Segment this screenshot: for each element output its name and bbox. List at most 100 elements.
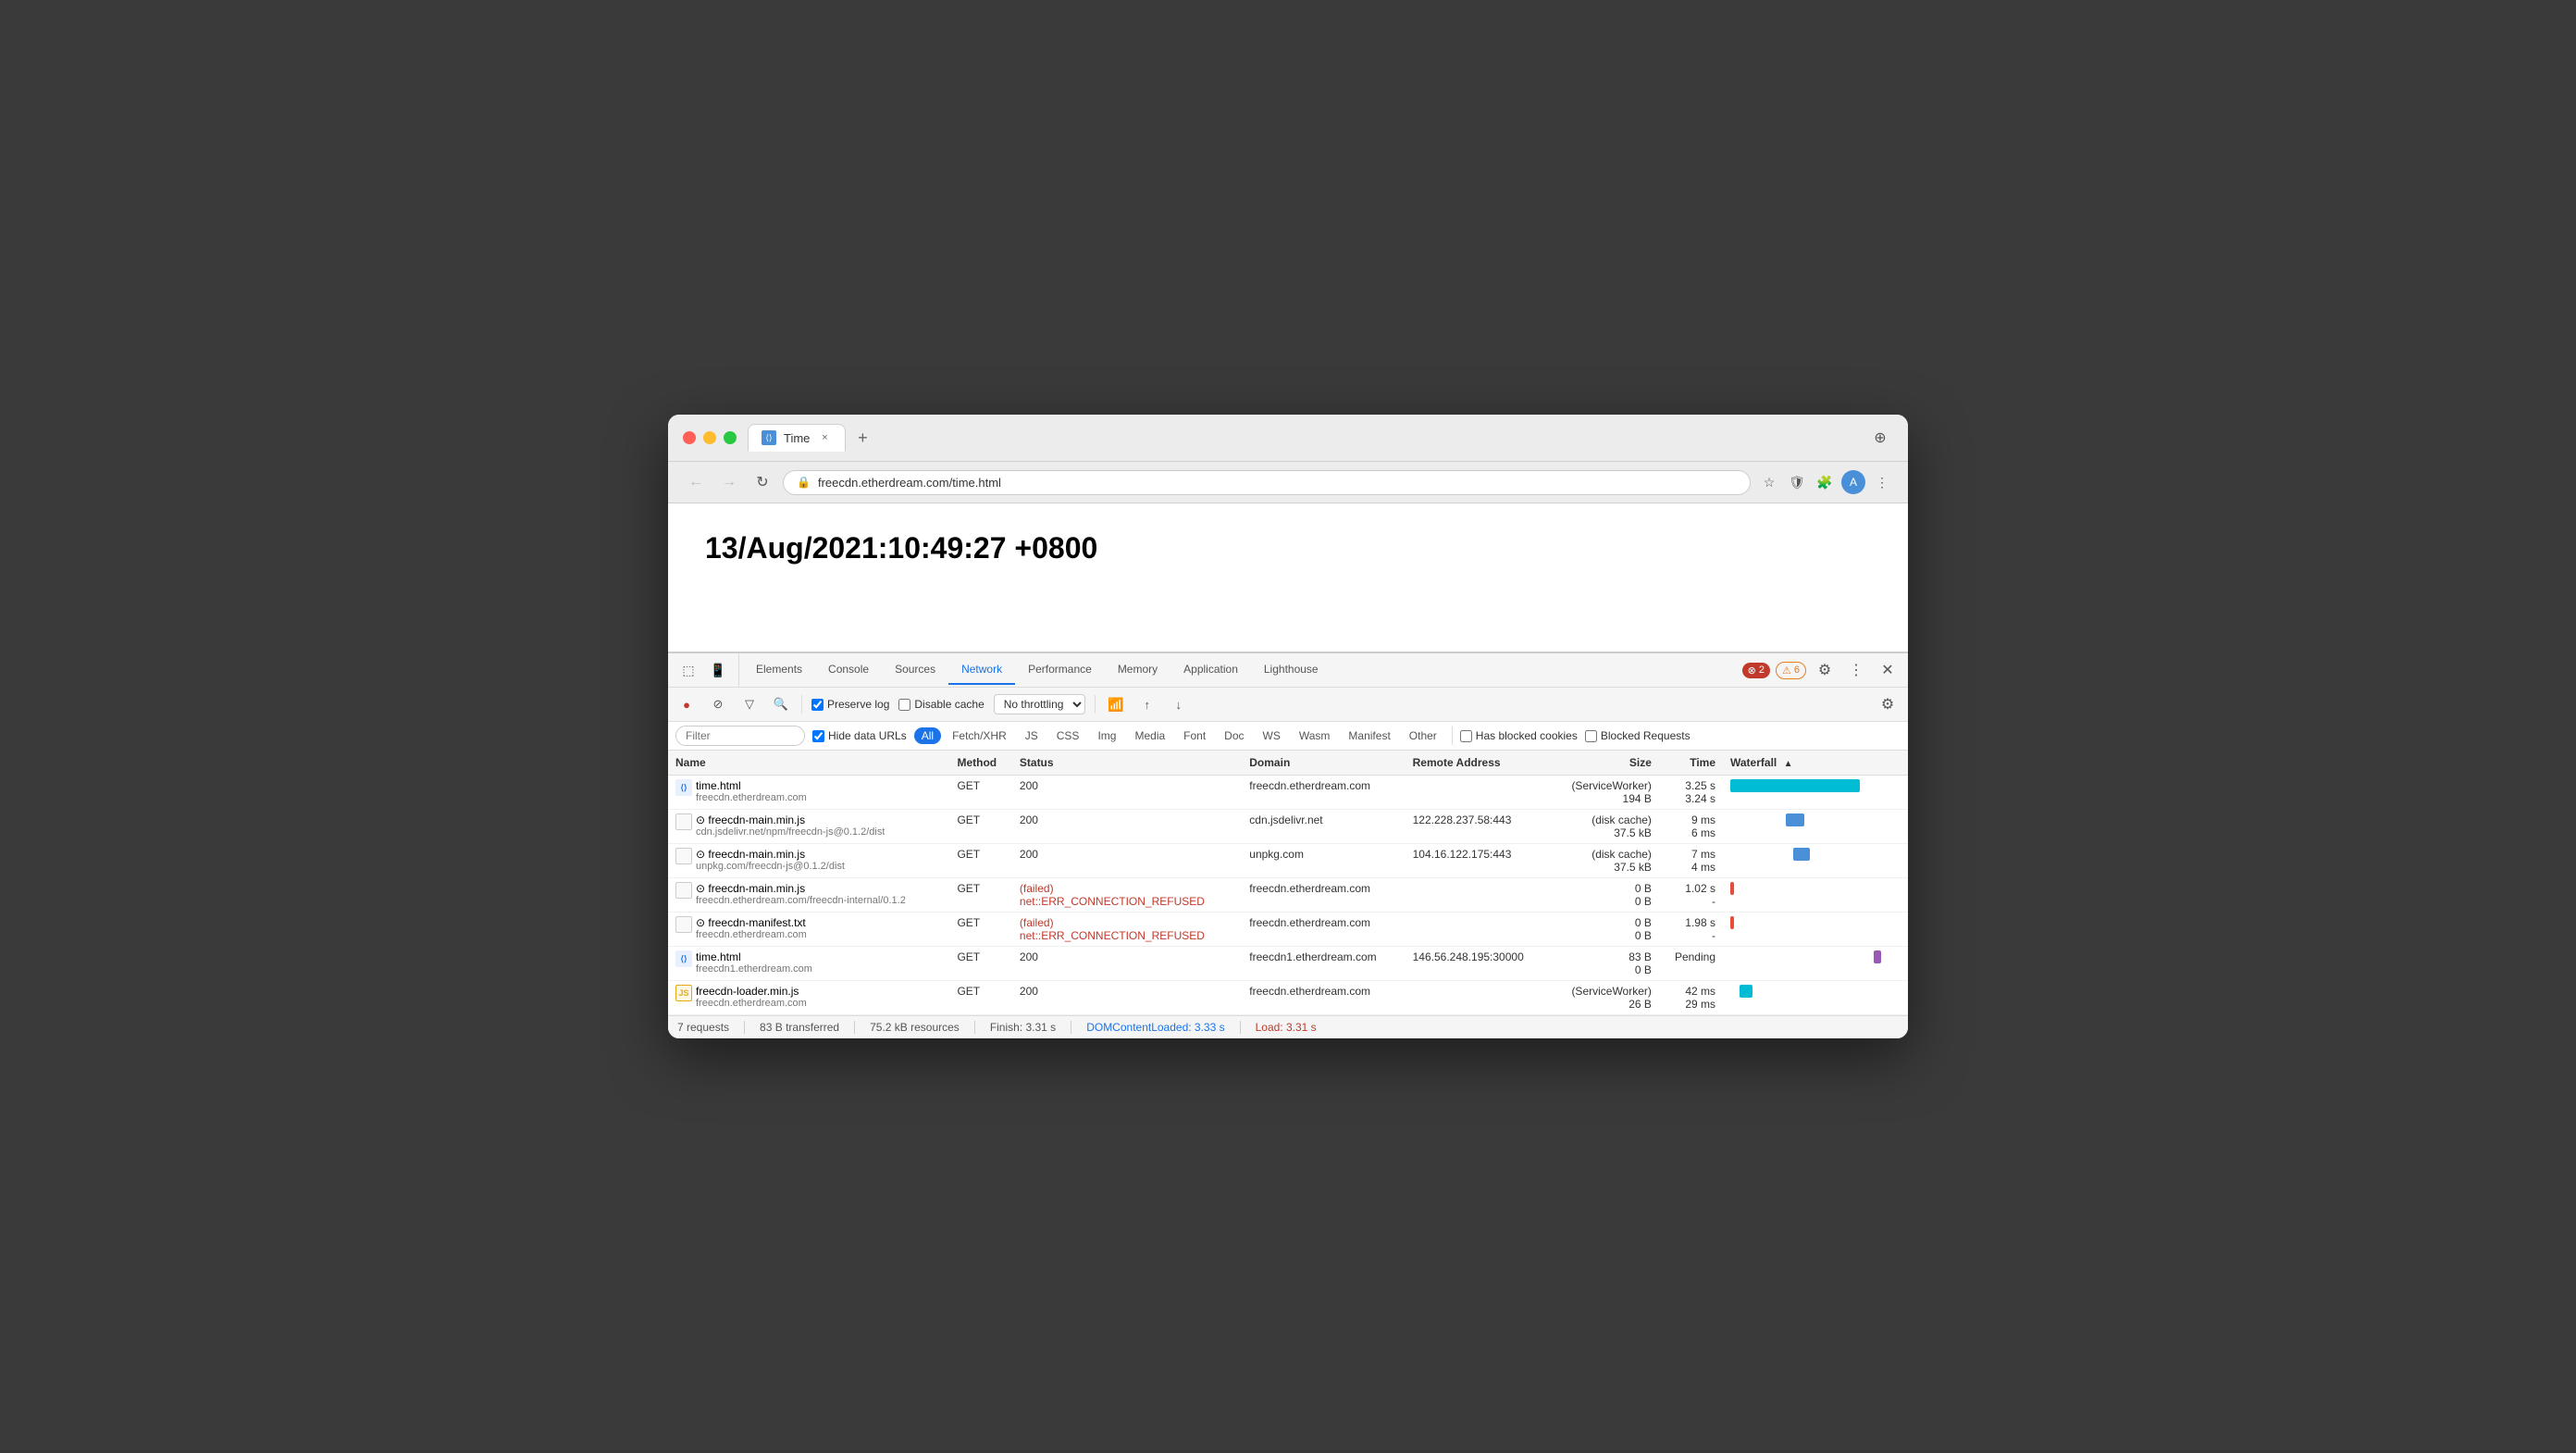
- row-time-top: 9 ms: [1666, 813, 1715, 826]
- blocked-requests-label: Blocked Requests: [1601, 729, 1690, 742]
- filter-type-all[interactable]: All: [914, 727, 941, 744]
- tab-console[interactable]: Console: [815, 655, 882, 685]
- row-time: 1.98 s -: [1659, 913, 1723, 947]
- tab-memory[interactable]: Memory: [1105, 655, 1170, 685]
- element-picker-icon[interactable]: ⬚: [675, 653, 701, 687]
- table-row[interactable]: ⊙ freecdn-main.min.js freecdn.etherdream…: [668, 878, 1908, 913]
- tab-application[interactable]: Application: [1170, 655, 1251, 685]
- row-time: 9 ms 6 ms: [1659, 810, 1723, 844]
- close-devtools-button[interactable]: ✕: [1875, 657, 1901, 683]
- disable-cache-checkbox[interactable]: [898, 699, 910, 711]
- filter-type-ws[interactable]: WS: [1256, 727, 1288, 744]
- tab-lighthouse[interactable]: Lighthouse: [1251, 655, 1331, 685]
- table-row[interactable]: JS freecdn-loader.min.js freecdn.etherdr…: [668, 981, 1908, 1015]
- row-domain: freecdn.etherdream.com: [1242, 913, 1405, 947]
- overflow-menu-icon[interactable]: ⋮: [1843, 657, 1869, 683]
- table-row[interactable]: ⊙ freecdn-manifest.txt freecdn.etherdrea…: [668, 913, 1908, 947]
- row-domain: freecdn.etherdream.com: [1242, 878, 1405, 913]
- preserve-log-label: Preserve log: [827, 698, 889, 711]
- new-tab-button[interactable]: +: [849, 425, 875, 451]
- col-time[interactable]: Time: [1659, 751, 1723, 776]
- filter-type-font[interactable]: Font: [1176, 727, 1213, 744]
- row-waterfall: [1723, 947, 1908, 981]
- row-time: Pending: [1659, 947, 1723, 981]
- download-icon[interactable]: ↓: [1168, 693, 1190, 715]
- row-domain: freecdn.etherdream.com: [1242, 981, 1405, 1015]
- browser-tab[interactable]: ⟨⟩ Time ×: [748, 424, 846, 452]
- more-icon[interactable]: ⋮: [1871, 471, 1893, 493]
- row-method: GET: [949, 947, 1011, 981]
- chrome-menu-icon[interactable]: ⊕: [1867, 425, 1893, 451]
- puzzle-icon[interactable]: 🧩: [1814, 471, 1836, 493]
- wifi-icon[interactable]: 📶: [1105, 693, 1127, 715]
- filter-type-css[interactable]: CSS: [1049, 727, 1087, 744]
- filter-input[interactable]: [675, 726, 805, 746]
- throttle-select[interactable]: No throttling Fast 3G Slow 3G Offline: [994, 694, 1085, 714]
- hide-data-urls-checkbox[interactable]: [812, 730, 824, 742]
- row-subdomain: freecdn1.etherdream.com: [696, 963, 812, 975]
- shield-icon[interactable]: 🛡: [1786, 471, 1808, 493]
- search-icon[interactable]: 🔍: [770, 693, 792, 715]
- filter-type-js[interactable]: JS: [1018, 727, 1046, 744]
- forward-button[interactable]: →: [716, 469, 742, 495]
- load-time: Load: 3.31 s: [1256, 1021, 1317, 1034]
- filter-type-fetch[interactable]: Fetch/XHR: [945, 727, 1014, 744]
- user-avatar[interactable]: A: [1841, 470, 1865, 494]
- table-row[interactable]: ⟨⟩ time.html freecdn1.etherdream.com GET…: [668, 947, 1908, 981]
- table-row[interactable]: ⟨⟩ time.html freecdn.etherdream.com GET …: [668, 776, 1908, 810]
- filter-type-doc[interactable]: Doc: [1217, 727, 1251, 744]
- tab-close-button[interactable]: ×: [817, 430, 832, 445]
- filter-type-wasm[interactable]: Wasm: [1292, 727, 1338, 744]
- maximize-button[interactable]: [724, 431, 737, 444]
- tab-network[interactable]: Network: [948, 655, 1015, 685]
- row-size: (disk cache) 37.5 kB: [1550, 810, 1659, 844]
- filter-type-img[interactable]: Img: [1090, 727, 1123, 744]
- col-waterfall[interactable]: Waterfall ▲: [1723, 751, 1908, 776]
- url-bar[interactable]: 🔒 freecdn.etherdream.com/time.html: [783, 470, 1751, 495]
- record-button[interactable]: ●: [675, 693, 698, 715]
- col-domain[interactable]: Domain: [1242, 751, 1405, 776]
- col-size[interactable]: Size: [1550, 751, 1659, 776]
- refresh-button[interactable]: ↻: [749, 469, 775, 495]
- row-name-cell: ⊙ freecdn-main.min.js unpkg.com/freecdn-…: [668, 844, 949, 878]
- row-waterfall: [1723, 776, 1908, 810]
- table-row[interactable]: ⊙ freecdn-main.min.js unpkg.com/freecdn-…: [668, 844, 1908, 878]
- stop-button[interactable]: ⊘: [707, 693, 729, 715]
- row-size-bottom: 194 B: [1557, 792, 1652, 805]
- row-name-cell: ⊙ freecdn-manifest.txt freecdn.etherdrea…: [668, 913, 949, 947]
- settings-icon[interactable]: ⚙: [1812, 657, 1838, 683]
- tab-sources[interactable]: Sources: [882, 655, 948, 685]
- tab-performance[interactable]: Performance: [1015, 655, 1105, 685]
- close-button[interactable]: [683, 431, 696, 444]
- col-method[interactable]: Method: [949, 751, 1011, 776]
- col-remote-address[interactable]: Remote Address: [1406, 751, 1550, 776]
- device-toolbar-icon[interactable]: 📱: [705, 653, 731, 687]
- minimize-button[interactable]: [703, 431, 716, 444]
- row-status: (failed)net::ERR_CONNECTION_REFUSED: [1012, 913, 1242, 947]
- row-time: 3.25 s 3.24 s: [1659, 776, 1723, 810]
- filter-icon[interactable]: ▽: [738, 693, 761, 715]
- traffic-lights: [683, 431, 737, 444]
- table-row[interactable]: ⊙ freecdn-main.min.js cdn.jsdelivr.net/n…: [668, 810, 1908, 844]
- preserve-log-checkbox[interactable]: [811, 699, 824, 711]
- back-button[interactable]: ←: [683, 469, 709, 495]
- devtools-tabs: ⬚ 📱 Elements Console Sources Network Per…: [668, 653, 1908, 688]
- status-text: 200: [1020, 813, 1038, 826]
- has-blocked-cookies-checkbox[interactable]: [1460, 730, 1472, 742]
- row-size: 0 B 0 B: [1550, 913, 1659, 947]
- row-size-top: (disk cache): [1557, 813, 1652, 826]
- filter-bar: Hide data URLs All Fetch/XHR JS CSS Img …: [668, 722, 1908, 751]
- star-icon[interactable]: ☆: [1758, 471, 1780, 493]
- filter-type-other[interactable]: Other: [1402, 727, 1444, 744]
- filter-type-manifest[interactable]: Manifest: [1341, 727, 1397, 744]
- filter-type-media[interactable]: Media: [1127, 727, 1172, 744]
- row-time-bottom: -: [1666, 895, 1715, 908]
- blocked-requests-checkbox[interactable]: [1585, 730, 1597, 742]
- upload-icon[interactable]: ↑: [1136, 693, 1158, 715]
- col-status[interactable]: Status: [1012, 751, 1242, 776]
- network-settings-icon[interactable]: ⚙: [1875, 691, 1901, 717]
- row-status: 200: [1012, 810, 1242, 844]
- col-name[interactable]: Name: [668, 751, 949, 776]
- row-subdomain: freecdn.etherdream.com: [696, 998, 807, 1009]
- tab-elements[interactable]: Elements: [743, 655, 815, 685]
